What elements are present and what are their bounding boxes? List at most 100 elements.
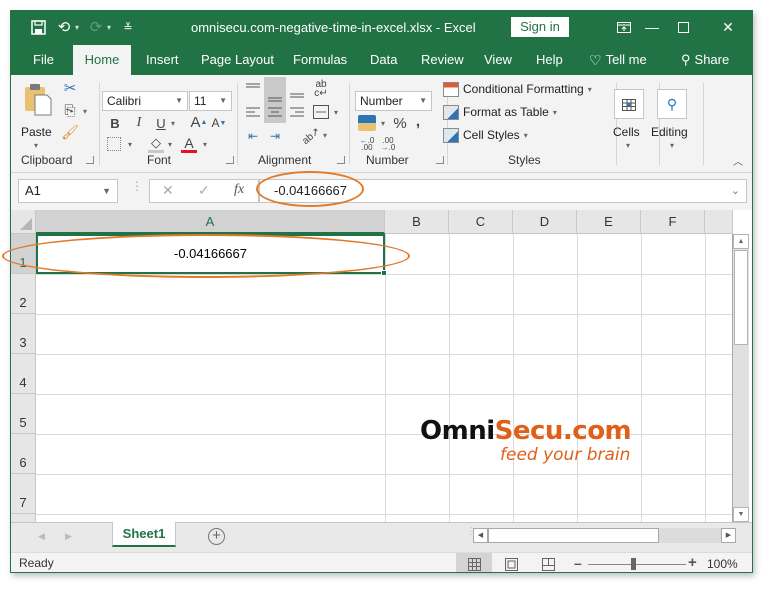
cells-dropdown-icon[interactable]: ▾ (626, 141, 630, 150)
cut-icon[interactable]: ✂ (61, 79, 79, 97)
normal-view-icon[interactable] (456, 553, 492, 572)
tell-me-button[interactable]: ♡ Tell me (587, 45, 649, 75)
row-header-2[interactable]: 2 (11, 274, 36, 314)
add-sheet-icon[interactable]: + (208, 528, 225, 545)
tab-insert[interactable]: Insert (144, 45, 181, 75)
alignment-launcher-icon[interactable] (337, 156, 345, 164)
formula-bar-resize-handle[interactable]: ⋮ (131, 180, 143, 192)
tab-data[interactable]: Data (368, 45, 399, 75)
minimize-icon[interactable]: — (637, 16, 667, 38)
tab-view[interactable]: View (482, 45, 514, 75)
editing-dropdown-icon[interactable]: ▾ (670, 141, 674, 150)
horizontal-scrollbar[interactable]: ◀ ▶ (473, 528, 736, 543)
italic-button[interactable]: I (131, 115, 147, 131)
underline-dropdown-icon[interactable]: ▾ (171, 119, 175, 128)
conditional-formatting-button[interactable]: Conditional Formatting ▾ (443, 79, 592, 99)
align-left-icon[interactable] (243, 103, 263, 121)
copy-dropdown-icon[interactable]: ▾ (83, 107, 87, 116)
tab-page-layout[interactable]: Page Layout (199, 45, 276, 75)
page-break-preview-icon[interactable] (530, 553, 566, 572)
increase-indent-icon[interactable]: ⇥ (265, 127, 285, 145)
tab-home[interactable]: Home (73, 45, 131, 75)
paste-icon[interactable] (23, 81, 53, 117)
font-name-combo[interactable]: Calibri ▼ (102, 91, 188, 111)
font-size-combo[interactable]: 11 ▼ (189, 91, 232, 111)
column-header-f[interactable]: F (641, 210, 705, 234)
select-all-button[interactable] (11, 210, 36, 234)
font-launcher-icon[interactable] (226, 156, 234, 164)
zoom-in-button[interactable]: + (688, 554, 697, 571)
decrease-font-size-icon[interactable]: A ▼ (211, 115, 227, 131)
cancel-icon[interactable]: ✕ (162, 182, 174, 199)
font-color-icon[interactable]: A (181, 135, 197, 153)
format-as-table-button[interactable]: Format as Table ▾ (443, 102, 557, 122)
zoom-level[interactable]: 100% (707, 557, 738, 571)
undo-icon[interactable]: ⟲ (55, 18, 73, 36)
undo-dropdown-icon[interactable]: ▾ (75, 23, 79, 32)
column-header-a[interactable]: A (36, 210, 385, 234)
copy-icon[interactable]: ⎘ (61, 101, 79, 119)
fill-handle[interactable] (381, 270, 387, 276)
insert-function-icon[interactable]: fx (234, 182, 244, 198)
comma-style-button[interactable]: , (411, 112, 425, 130)
row-header-5[interactable]: 5 (11, 394, 36, 434)
enter-icon[interactable]: ✓ (198, 182, 210, 199)
tab-help[interactable]: Help (534, 45, 565, 75)
sheet-tab-sheet1[interactable]: Sheet1 (112, 522, 176, 547)
page-layout-view-icon[interactable] (493, 553, 529, 572)
increase-font-size-icon[interactable]: A ▲ (191, 113, 208, 131)
row-header-3[interactable]: 3 (11, 314, 36, 354)
column-header-e[interactable]: E (577, 210, 641, 234)
cells-button[interactable]: Cells (613, 125, 640, 139)
redo-dropdown-icon[interactable]: ▾ (107, 23, 111, 32)
scroll-down-icon[interactable]: ▼ (733, 507, 749, 522)
zoom-out-button[interactable]: – (574, 555, 582, 571)
merge-dropdown-icon[interactable]: ▾ (334, 108, 338, 117)
cell-a1[interactable]: -0.04166667 (36, 234, 385, 274)
column-header-g[interactable] (705, 210, 733, 234)
name-box[interactable]: A1 ▼ (18, 179, 118, 203)
sign-in-button[interactable]: Sign in (511, 17, 569, 37)
percent-style-button[interactable]: % (391, 114, 409, 132)
borders-dropdown-icon[interactable]: ▾ (128, 140, 132, 149)
column-header-c[interactable]: C (449, 210, 513, 234)
orientation-dropdown-icon[interactable]: ▾ (323, 131, 327, 140)
row-header-7[interactable]: 7 (11, 474, 36, 514)
vertical-scroll-thumb[interactable] (734, 250, 748, 345)
wrap-text-icon[interactable]: ab c↵ (311, 79, 331, 99)
column-header-b[interactable]: B (385, 210, 449, 234)
share-button[interactable]: ⚲ Share (679, 45, 731, 75)
ribbon-display-options-icon[interactable] (609, 16, 639, 38)
editing-button[interactable]: Editing (651, 125, 688, 139)
zoom-slider[interactable] (588, 564, 686, 565)
top-align-icon[interactable] (243, 79, 263, 97)
customize-qat-icon[interactable]: ≚ (119, 18, 137, 36)
bottom-align-icon[interactable] (287, 83, 307, 101)
row-header-6[interactable]: 6 (11, 434, 36, 474)
vertical-scrollbar[interactable]: ▲ ▼ (733, 234, 749, 522)
align-center-icon[interactable] (265, 103, 285, 121)
formula-input[interactable]: -0.04166667 ⌄ (259, 179, 747, 203)
collapse-ribbon-icon[interactable]: ︿ (733, 153, 743, 168)
accounting-dropdown-icon[interactable]: ▾ (381, 119, 385, 128)
format-painter-icon[interactable]: 🖌 (61, 123, 79, 141)
editing-button-icon[interactable]: ⚲ (657, 89, 687, 119)
fill-color-icon[interactable]: ◇ (148, 135, 164, 153)
decrease-indent-icon[interactable]: ⇤ (243, 127, 263, 145)
redo-icon[interactable]: ⟳ (87, 18, 105, 36)
zoom-slider-thumb[interactable] (631, 558, 636, 570)
scroll-left-icon[interactable]: ◀ (473, 528, 488, 543)
underline-button[interactable]: U (153, 115, 169, 131)
number-format-combo[interactable]: Number ▼ (355, 91, 432, 111)
decrease-decimal-icon[interactable]: .00 →.0 (379, 136, 397, 152)
scroll-up-icon[interactable]: ▲ (733, 234, 749, 249)
font-color-dropdown-icon[interactable]: ▾ (203, 140, 207, 149)
save-icon[interactable] (29, 18, 47, 36)
tab-review[interactable]: Review (419, 45, 466, 75)
next-sheet-icon[interactable]: ▶ (65, 531, 72, 542)
maximize-icon[interactable] (668, 16, 698, 38)
clipboard-launcher-icon[interactable] (86, 156, 94, 164)
column-header-d[interactable]: D (513, 210, 577, 234)
expand-formula-bar-icon[interactable]: ⌄ (731, 180, 740, 202)
align-right-icon[interactable] (287, 103, 307, 121)
